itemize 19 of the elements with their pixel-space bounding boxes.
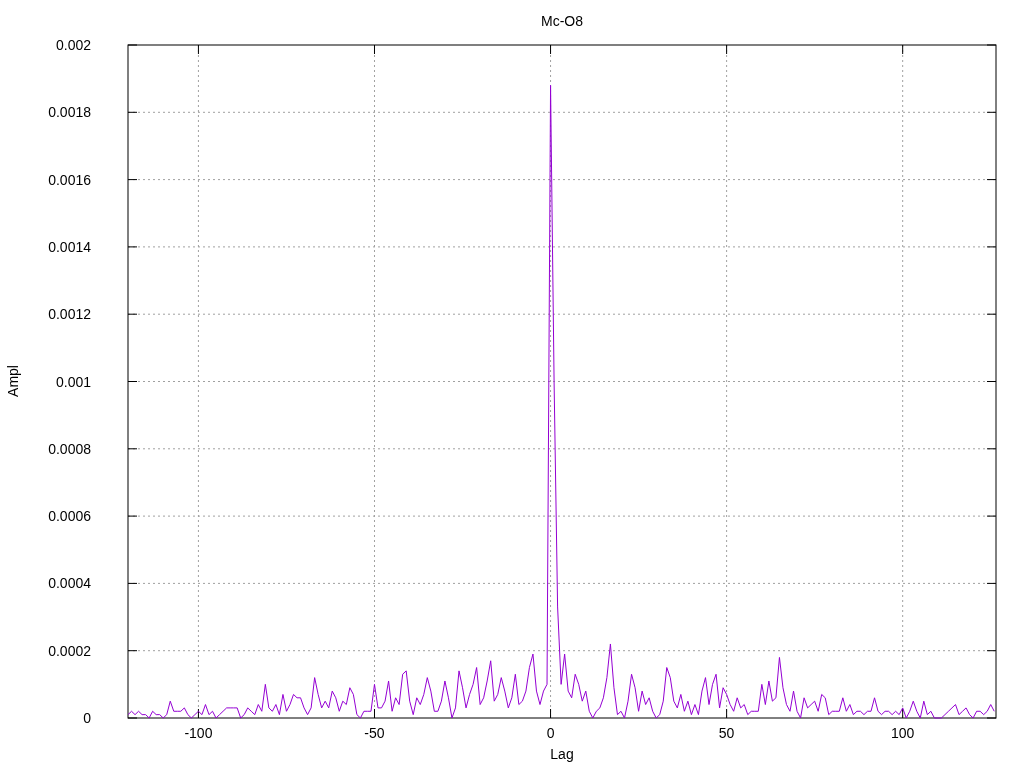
tick-label: 0.0016 [48,171,91,188]
tick-label: 0.0004 [48,575,91,592]
tick-label: 0.0018 [48,104,91,121]
tick-label: 0.001 [55,373,91,390]
tick-label: 0.002 [55,37,91,53]
tick-label: 0 [83,710,91,726]
tick-label: -100 [184,725,213,741]
tick-label: 0 [546,725,555,741]
tick-label: -50 [364,725,385,741]
tick-label: 0.0002 [48,642,91,659]
y-axis-label: Ampl [5,365,21,397]
chart-title: Mc-O8 [541,13,583,29]
tick-label: 0.0006 [48,508,91,525]
tick-label: 0.0008 [48,440,91,457]
tick-label: 100 [891,725,915,741]
tick-label: 0.0012 [48,306,91,323]
tick-label: 0.0014 [48,238,91,255]
tick-label: 50 [718,725,735,741]
x-axis-label: Lag [550,746,574,762]
